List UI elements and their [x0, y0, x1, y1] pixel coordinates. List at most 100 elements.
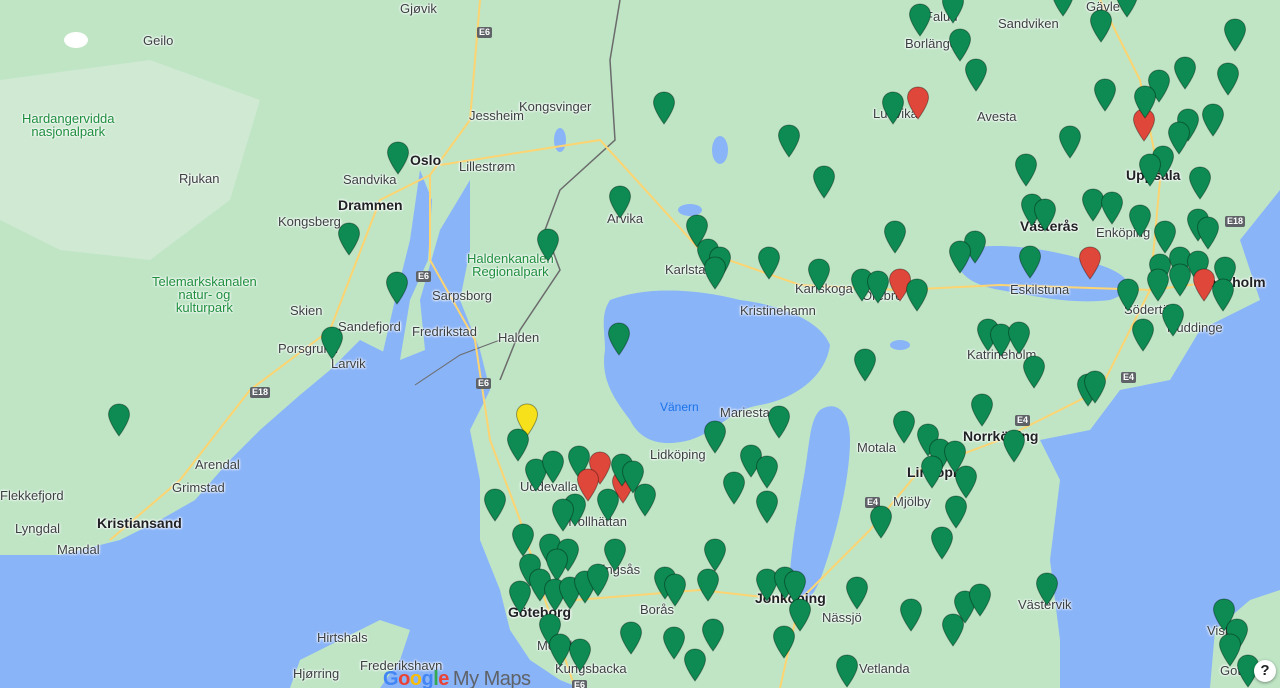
- road-shield: E6: [477, 27, 493, 38]
- map-marker-green[interactable]: [954, 465, 978, 499]
- map-canvas[interactable]: Gjøvik Geilo Hardangervidda nasjonalpark Rj…: [0, 0, 1280, 688]
- map-marker-green[interactable]: [1201, 103, 1225, 137]
- map-marker-green[interactable]: [812, 165, 836, 199]
- map-marker-green[interactable]: [1131, 318, 1155, 352]
- map-marker-green[interactable]: [1146, 268, 1170, 302]
- map-marker-green[interactable]: [703, 538, 727, 572]
- map-marker-green[interactable]: [1116, 278, 1140, 312]
- map-marker-green[interactable]: [1022, 355, 1046, 389]
- map-marker-green[interactable]: [757, 246, 781, 280]
- map-marker-green[interactable]: [777, 124, 801, 158]
- map-marker-green[interactable]: [1188, 166, 1212, 200]
- map-marker-green[interactable]: [607, 322, 631, 356]
- map-marker-green[interactable]: [944, 495, 968, 529]
- map-marker-green[interactable]: [608, 185, 632, 219]
- map-marker-green[interactable]: [1083, 370, 1107, 404]
- map-marker-green[interactable]: [1058, 125, 1082, 159]
- map-marker-green[interactable]: [703, 420, 727, 454]
- map-marker-green[interactable]: [536, 228, 560, 262]
- map-marker-green[interactable]: [892, 410, 916, 444]
- place-label: Motala: [857, 440, 897, 455]
- map-marker-green[interactable]: [1196, 216, 1220, 250]
- map-marker-green[interactable]: [596, 488, 620, 522]
- map-marker-green[interactable]: [845, 576, 869, 610]
- map-marker-green[interactable]: [755, 490, 779, 524]
- map-marker-green[interactable]: [853, 348, 877, 382]
- map-marker-green[interactable]: [899, 598, 923, 632]
- map-marker-green[interactable]: [920, 455, 944, 489]
- map-marker-green[interactable]: [551, 498, 575, 532]
- map-marker-green[interactable]: [1089, 9, 1113, 43]
- map-marker-green[interactable]: [701, 618, 725, 652]
- map-marker-green[interactable]: [541, 450, 565, 484]
- map-marker-green[interactable]: [683, 648, 707, 682]
- map-marker-green[interactable]: [1115, 0, 1139, 18]
- map-marker-green[interactable]: [1161, 303, 1185, 337]
- map-marker-green[interactable]: [1100, 191, 1124, 225]
- map-marker-green[interactable]: [970, 393, 994, 427]
- map-marker-green[interactable]: [663, 573, 687, 607]
- map-marker-green[interactable]: [755, 455, 779, 489]
- map-marker-green[interactable]: [905, 278, 929, 312]
- map-marker-green[interactable]: [722, 471, 746, 505]
- place-label: Jessheim: [469, 108, 524, 123]
- help-button[interactable]: ?: [1254, 660, 1276, 682]
- map-marker-green[interactable]: [1002, 429, 1026, 463]
- map-marker-green[interactable]: [385, 271, 409, 305]
- map-marker-green[interactable]: [1035, 572, 1059, 606]
- map-marker-green[interactable]: [1138, 153, 1162, 187]
- map-marker-green[interactable]: [881, 91, 905, 125]
- map-marker-green[interactable]: [930, 526, 954, 560]
- map-marker-green[interactable]: [772, 625, 796, 659]
- map-marker-green[interactable]: [320, 326, 344, 360]
- place-label: Vetlanda: [859, 661, 910, 676]
- map-marker-green[interactable]: [568, 638, 592, 672]
- map-marker-green[interactable]: [941, 0, 965, 24]
- map-marker-red[interactable]: [906, 86, 930, 120]
- place-label: Oslo: [410, 152, 442, 168]
- map-marker-green[interactable]: [835, 654, 859, 688]
- map-marker-green[interactable]: [1173, 56, 1197, 90]
- map-marker-red[interactable]: [1078, 246, 1102, 280]
- map-marker-green[interactable]: [1007, 321, 1031, 355]
- map-marker-green[interactable]: [1128, 204, 1152, 238]
- map-marker-green[interactable]: [619, 621, 643, 655]
- map-marker-green[interactable]: [948, 28, 972, 62]
- map-marker-green[interactable]: [964, 58, 988, 92]
- map-marker-green[interactable]: [767, 405, 791, 439]
- place-label: Mjölby: [893, 494, 931, 509]
- map-marker-green[interactable]: [511, 523, 535, 557]
- map-marker-green[interactable]: [1216, 62, 1240, 96]
- map-marker-green[interactable]: [586, 563, 610, 597]
- map-marker-green[interactable]: [508, 580, 532, 614]
- map-marker-green[interactable]: [696, 568, 720, 602]
- map-marker-green[interactable]: [948, 240, 972, 274]
- map-marker-green[interactable]: [621, 460, 645, 494]
- map-marker-green[interactable]: [1093, 78, 1117, 112]
- map-marker-green[interactable]: [968, 583, 992, 617]
- map-marker-green[interactable]: [1168, 263, 1192, 297]
- map-marker-green[interactable]: [1014, 153, 1038, 187]
- map-marker-green[interactable]: [1223, 18, 1247, 52]
- map-marker-green[interactable]: [337, 222, 361, 256]
- map-marker-green[interactable]: [1018, 245, 1042, 279]
- place-label: Eskilstuna: [1010, 282, 1070, 297]
- map-marker-green[interactable]: [883, 220, 907, 254]
- map-marker-green[interactable]: [1033, 198, 1057, 232]
- map-marker-green[interactable]: [652, 91, 676, 125]
- place-label: Lyngdal: [15, 521, 61, 536]
- place-label: Telemarkskanalen natur- og kulturpark: [152, 274, 257, 315]
- map-marker-green[interactable]: [107, 403, 131, 437]
- map-marker-green[interactable]: [908, 3, 932, 37]
- map-marker-green[interactable]: [807, 258, 831, 292]
- map-marker-green[interactable]: [1133, 85, 1157, 119]
- map-marker-green[interactable]: [506, 428, 530, 462]
- map-marker-green[interactable]: [1051, 0, 1075, 17]
- map-marker-green[interactable]: [703, 256, 727, 290]
- map-marker-green[interactable]: [1211, 278, 1235, 312]
- map-marker-green[interactable]: [866, 270, 890, 304]
- place-label: Flekkefjord: [0, 488, 64, 503]
- map-marker-green[interactable]: [386, 141, 410, 175]
- map-marker-green[interactable]: [483, 488, 507, 522]
- map-marker-green[interactable]: [869, 505, 893, 539]
